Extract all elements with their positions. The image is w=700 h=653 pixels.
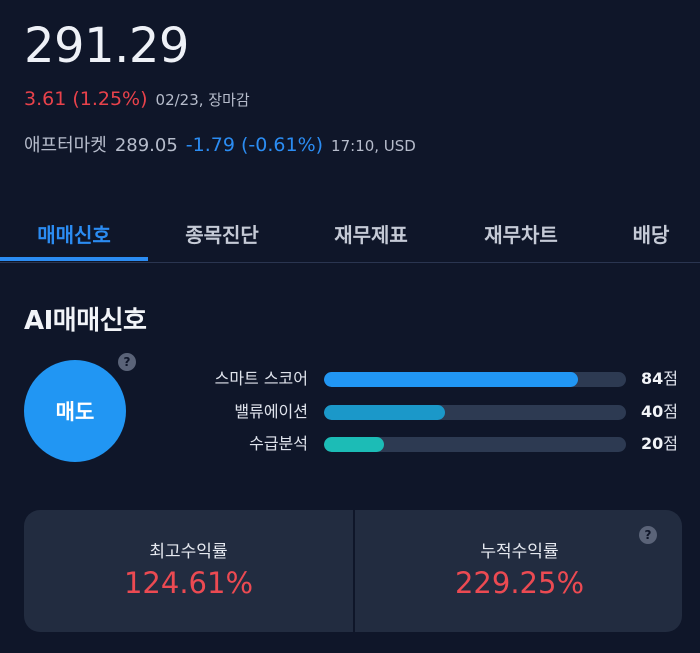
section-title: AI매매신호	[24, 306, 147, 336]
after-market-line: 애프터마켓 289.05 -1.79 (-0.61%) 17:10, USD	[24, 131, 416, 157]
after-market-label: 애프터마켓	[24, 135, 107, 156]
score-row-supply-demand: 수급분석 20점	[0, 433, 700, 455]
current-price: 291.29	[24, 18, 189, 74]
active-tab-indicator	[0, 257, 148, 261]
score-value: 20점	[641, 434, 678, 453]
score-bar-track	[324, 372, 626, 387]
score-row-valuation: 밸류에이션 40점	[0, 401, 700, 423]
price-change: 3.61 (1.25%)	[24, 88, 148, 110]
max-return-label: 최고수익률	[149, 542, 228, 562]
price-change-line: 3.61 (1.25%) 02/23, 장마감	[24, 88, 250, 110]
after-market-change: -1.79 (-0.61%)	[185, 134, 324, 156]
returns-card: 최고수익률 124.61% 누적수익률 229.25% ?	[24, 510, 682, 632]
score-bar-fill	[324, 405, 445, 420]
score-bar-track	[324, 405, 626, 420]
score-value: 40점	[641, 402, 678, 421]
max-return-value: 124.61%	[123, 566, 254, 600]
score-label: 수급분석	[249, 434, 308, 453]
score-bar-fill	[324, 372, 578, 387]
cumulative-return-value: 229.25%	[454, 566, 585, 600]
score-label: 스마트 스코어	[214, 369, 308, 388]
score-bar-fill	[324, 437, 385, 452]
market-date-status: 02/23, 장마감	[155, 91, 250, 109]
after-market-price: 289.05	[114, 135, 178, 156]
question-circle-icon[interactable]: ?	[639, 526, 657, 544]
tab-stock-diagnosis[interactable]: 종목진단	[148, 212, 296, 262]
cumulative-return-block: 누적수익률 229.25%	[355, 510, 684, 632]
tab-financial-charts[interactable]: 재무차트	[446, 212, 596, 262]
score-bar-track	[324, 437, 626, 452]
tab-trading-signal[interactable]: 매매신호	[0, 212, 148, 262]
tab-bar: 매매신호 종목진단 재무제표 재무차트 배당	[0, 212, 700, 263]
score-label: 밸류에이션	[234, 402, 308, 421]
score-value: 84점	[641, 369, 678, 388]
score-row-smart-score: 스마트 스코어 84점	[0, 368, 700, 390]
max-return-block: 최고수익률 124.61%	[24, 510, 353, 632]
after-market-time: 17:10, USD	[331, 137, 416, 155]
tab-financial-statements[interactable]: 재무제표	[296, 212, 446, 262]
cumulative-return-label: 누적수익률	[480, 542, 559, 562]
tab-dividend[interactable]: 배당	[596, 212, 700, 262]
